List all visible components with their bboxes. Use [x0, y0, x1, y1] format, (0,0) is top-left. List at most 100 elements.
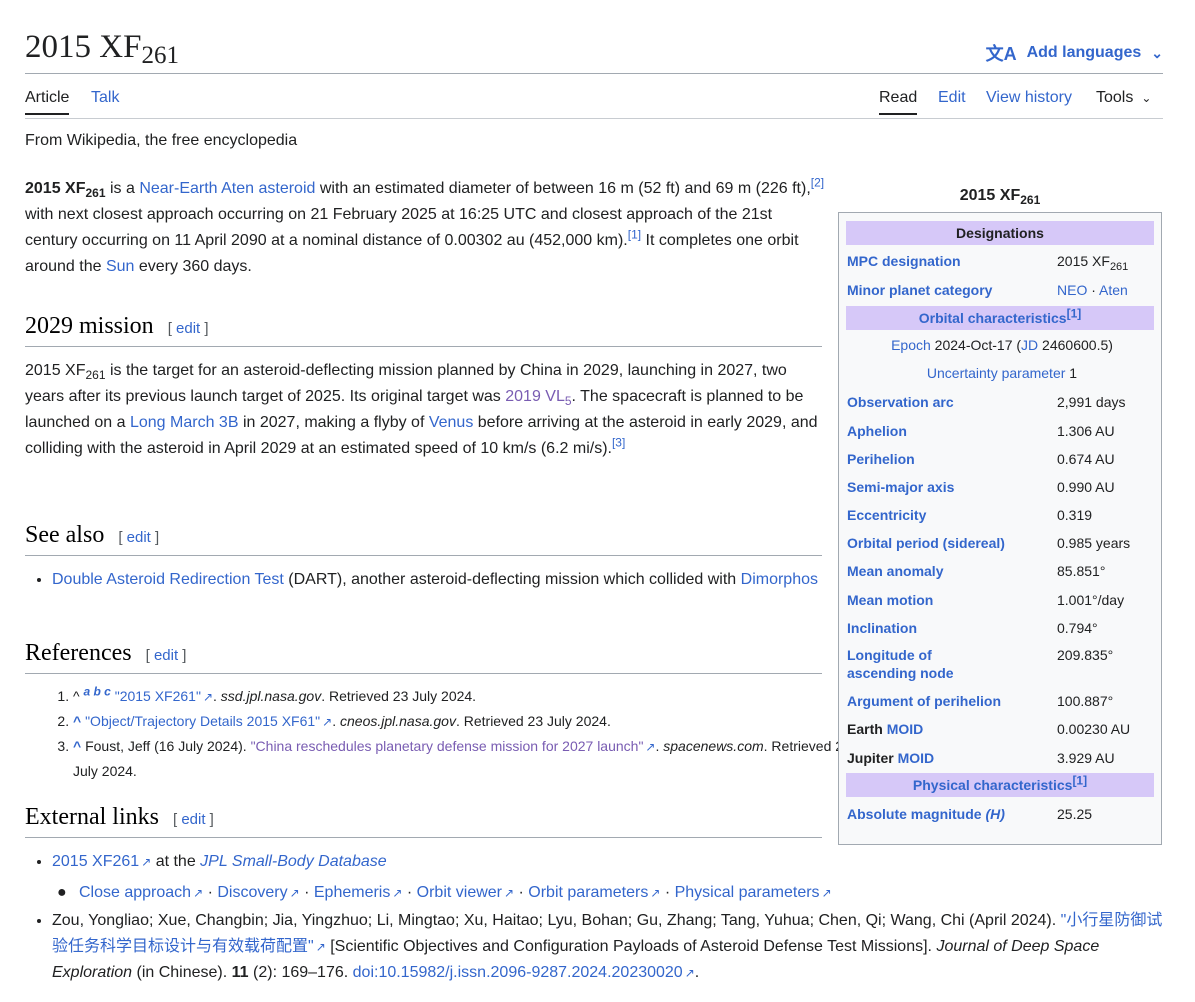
infobox-value: 1.001°/day [1057, 592, 1125, 608]
link-moid[interactable]: MOID [887, 721, 924, 737]
link-physical-parameters[interactable]: Physical parameters ↗ [675, 884, 832, 901]
link-neo[interactable]: NEO [1057, 282, 1087, 298]
infobox-value: 2,991 days [1057, 394, 1126, 410]
infobox-label: Jupiter MOID [847, 750, 935, 766]
link-venus[interactable]: Venus [429, 414, 473, 431]
link-uncertainty[interactable]: Uncertainty parameter [927, 365, 1066, 381]
tab-talk[interactable]: Talk [91, 89, 119, 107]
chevron-down-icon: ⌄ [1141, 91, 1152, 105]
link-dimorphos[interactable]: Dimorphos [741, 571, 818, 588]
ref-2[interactable]: [2] [811, 176, 824, 190]
ref-backlink[interactable]: ^ [73, 738, 81, 754]
tab-read[interactable]: Read [879, 89, 918, 115]
link-aten[interactable]: Aten [1099, 282, 1128, 298]
edit-section-references[interactable]: edit [154, 647, 178, 664]
infobox-label[interactable]: Inclination [847, 619, 1047, 637]
infobox-label[interactable]: Orbital period (sidereal) [847, 534, 1047, 552]
infobox-value: 209.835° [1057, 647, 1114, 663]
infobox-value: 3.929 AU [1057, 750, 1115, 766]
infobox-value: 100.887° [1057, 693, 1114, 709]
link-orbit-parameters[interactable]: Orbit parameters ↗ [528, 884, 660, 901]
link-near-earth-aten[interactable]: Near-Earth Aten asteroid [139, 180, 315, 197]
infobox: Designations MPC designation 2015 XF261 … [838, 212, 1162, 845]
page-title: 2015 XF261 [25, 29, 179, 69]
tab-view-history[interactable]: View history [986, 89, 1072, 107]
link-orbit-viewer[interactable]: Orbit viewer ↗ [417, 884, 514, 901]
infobox-value: 0.319 [1057, 507, 1093, 523]
edit-section-see-also[interactable]: edit [127, 529, 151, 546]
ref-backlinks[interactable]: a b c [83, 684, 110, 698]
link-close-approach[interactable]: Close approach ↗ [79, 884, 203, 901]
translate-icon: 文A [985, 44, 1017, 64]
add-languages-button[interactable]: 文A Add languages ⌄ [986, 40, 1163, 66]
title-divider [25, 73, 1163, 74]
infobox-label[interactable]: Absolute magnitude (H) [847, 805, 1047, 823]
lead-paragraph: 2015 XF261 is a Near-Earth Aten asteroid… [25, 175, 825, 275]
infobox-label[interactable]: Argument of perihelion [847, 692, 1047, 710]
ref-title-link[interactable]: "China reschedules planetary defense mis… [251, 738, 656, 754]
heading-external-links: External links[ edit ] [25, 804, 822, 838]
external-link-icon: ↗ [684, 966, 695, 980]
link-sun[interactable]: Sun [106, 258, 134, 275]
infobox-label[interactable]: Perihelion [847, 450, 1047, 468]
infobox-label[interactable]: Observation arc [847, 393, 1047, 411]
infobox-value: 0.674 AU [1057, 451, 1115, 467]
external-link-icon: ↗ [141, 855, 152, 869]
ref-backlink[interactable]: ^ [73, 713, 81, 729]
see-also-list: Double Asteroid Redirection Test (DART),… [25, 566, 852, 593]
infobox-value: 0.00230 AU [1057, 721, 1131, 737]
infobox-header-orbital[interactable]: Orbital characteristics[1] [846, 306, 1154, 330]
infobox-title: 2015 XF261 [959, 187, 1041, 208]
link-jpl-sbdb[interactable]: 2015 XF261 ↗ [52, 853, 151, 870]
infobox-header-physical[interactable]: Physical characteristics[1] [846, 773, 1154, 797]
link-dart[interactable]: Double Asteroid Redirection Test [52, 571, 284, 588]
external-link-icon: ↗ [202, 690, 214, 704]
list-item: Double Asteroid Redirection Test (DART),… [52, 566, 852, 593]
reference-item: ^ Foust, Jeff (16 July 2024). "China res… [73, 734, 873, 783]
jpl-sub-links: ● Close approach ↗ · Discovery ↗ · Ephemer… [57, 880, 832, 906]
infobox-label[interactable]: MPC designation [847, 252, 1047, 270]
link-discovery[interactable]: Discovery ↗ [217, 884, 299, 901]
tab-edit[interactable]: Edit [938, 89, 966, 107]
infobox-label[interactable]: Aphelion [847, 422, 1047, 440]
bullet-circle: ● [57, 884, 67, 901]
link-doi[interactable]: doi:10.15982/j.issn.2096-9287.2024.20230… [353, 964, 695, 981]
infobox-value: 2015 XF261 [1057, 253, 1129, 273]
ref-title-link[interactable]: "Object/Trajectory Details 2015 XF61" ↗ [85, 713, 332, 729]
external-links-list: 2015 XF261↗ at the JPL Small-Body Databa… [25, 848, 1172, 986]
infobox-label[interactable]: Semi-major axis [847, 478, 1047, 496]
infobox-header-designations: Designations [846, 221, 1154, 245]
heading-see-also: See also[ edit ] [25, 522, 822, 556]
link-jd[interactable]: JD [1021, 337, 1038, 353]
external-link-icon: ↗ [315, 940, 326, 954]
edit-section-external[interactable]: edit [181, 811, 205, 828]
infobox-label[interactable]: Minor planet category [847, 281, 1047, 299]
infobox-label[interactable]: Longitude of ascending node [847, 646, 967, 682]
tab-article[interactable]: Article [25, 89, 70, 115]
link-ephemeris[interactable]: Ephemeris ↗ [314, 884, 403, 901]
infobox-label[interactable]: Mean anomaly [847, 562, 1047, 580]
edit-section-mission[interactable]: edit [176, 320, 200, 337]
infobox-value: 25.25 [1057, 806, 1093, 822]
mission-paragraph: 2015 XF261 is the target for an asteroid… [25, 362, 818, 457]
reference-item: ^ a b c "2015 XF261"↗. ssd.jpl.nasa.gov.… [73, 684, 873, 709]
heading-2029-mission: 2029 mission[ edit ] [25, 313, 822, 347]
infobox-label[interactable]: Eccentricity [847, 506, 1047, 524]
tools-menu[interactable]: Tools ⌄ [1096, 89, 1151, 107]
ref-1[interactable]: [1] [628, 228, 641, 242]
heading-references: References[ edit ] [25, 640, 822, 674]
list-item: Zou, Yongliao; Xue, Changbin; Jia, Yingz… [52, 908, 1172, 986]
infobox-label[interactable]: Mean motion [847, 591, 1047, 609]
infobox-value: NEO · Aten [1057, 282, 1128, 298]
link-2019-vl5[interactable]: 2019 VL5 [505, 388, 571, 407]
link-epoch[interactable]: Epoch [891, 337, 931, 353]
page: 2015 XF261 文A Add languages ⌄ Article Ta… [0, 0, 1195, 1002]
link-jpl-database[interactable]: JPL Small-Body Database [200, 853, 386, 870]
link-moid[interactable]: MOID [898, 750, 935, 766]
ref-title-link[interactable]: "2015 XF261" ↗ [115, 688, 213, 704]
chevron-down-icon: ⌄ [1151, 44, 1163, 61]
ref-3[interactable]: [3] [612, 436, 625, 450]
infobox-label: Earth MOID [847, 721, 924, 737]
infobox-value: 85.851° [1057, 563, 1106, 579]
link-long-march-3b[interactable]: Long March 3B [130, 414, 239, 431]
